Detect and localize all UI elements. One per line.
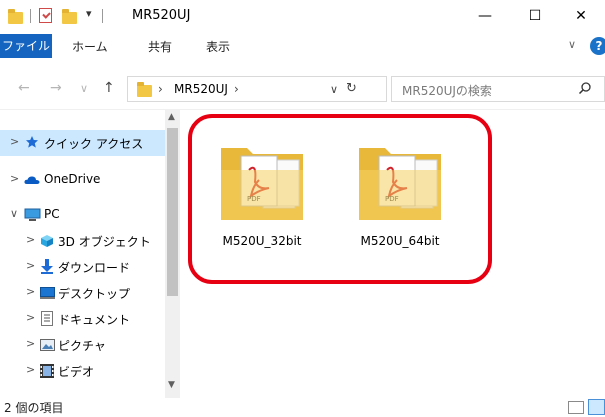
nav-item-pc[interactable]: ∨ PC [0, 202, 165, 228]
nav-item-documents[interactable]: > ドキュメント [0, 306, 165, 332]
file-list-area: PDF M520U_32bit PDF M520U_64bit [180, 110, 605, 398]
window-title: MR520UJ [132, 8, 191, 23]
chevron-down-icon[interactable]: ∨ [10, 207, 18, 220]
nav-item-desktop[interactable]: > デスクトップ [0, 280, 165, 306]
nav-label: ピクチャ [58, 339, 106, 353]
nav-label: 3D オブジェクト [58, 235, 151, 249]
nav-label: デスクトップ [58, 287, 131, 301]
chevron-right-icon[interactable]: > [26, 233, 35, 246]
nav-label: ダウンロード [58, 261, 131, 275]
quick-access-dropdown[interactable]: ▾ [86, 7, 92, 20]
chevron-right-icon[interactable]: > [10, 172, 19, 185]
film-icon [40, 364, 54, 378]
nav-item-onedrive[interactable]: > OneDrive [0, 167, 165, 193]
nav-item-downloads[interactable]: > ダウンロード [0, 254, 165, 280]
chevron-right-icon[interactable]: > [26, 259, 35, 272]
up-button[interactable]: ↑ [103, 80, 115, 96]
tab-view[interactable]: 表示 [206, 37, 230, 57]
breadcrumb-separator[interactable]: › [158, 82, 163, 96]
title-separator [102, 9, 103, 23]
minimize-button[interactable]: — [461, 0, 509, 34]
download-arrow-icon [41, 259, 53, 274]
scroll-down-arrow-icon[interactable]: ▼ [168, 380, 175, 390]
highlight-annotation [188, 114, 492, 284]
new-folder-icon[interactable] [62, 9, 77, 24]
tab-file[interactable]: ファイル [0, 34, 52, 58]
folder-icon [8, 9, 23, 24]
scrollbar-thumb[interactable] [167, 128, 178, 296]
details-view-icon[interactable] [568, 401, 584, 414]
tab-home[interactable]: ホーム [72, 37, 108, 57]
ribbon-tabs: ファイル ホーム 共有 表示 ∨ ? [0, 34, 605, 58]
close-button[interactable]: ✕ [557, 0, 605, 34]
nav-label: OneDrive [44, 172, 101, 186]
help-icon[interactable]: ? [590, 37, 605, 55]
navigation-scrollbar[interactable]: ▲ ▼ [165, 110, 180, 398]
folder-icon [137, 82, 152, 97]
recent-locations-button[interactable]: ∨ [80, 82, 88, 95]
status-bar: 2 個の項目 [0, 398, 605, 417]
nav-item-videos[interactable]: > ビデオ [0, 358, 165, 384]
document-icon [41, 311, 53, 326]
ribbon-expand-icon[interactable]: ∨ [568, 38, 576, 51]
maximize-button[interactable]: ☐ [511, 0, 559, 34]
properties-check-icon[interactable] [39, 8, 52, 23]
address-row: ← → ∨ ↑ › MR520UJ › ∨ ↻ MR520UJの検索 [0, 58, 605, 110]
cloud-icon [24, 176, 40, 184]
nav-label: ドキュメント [58, 313, 131, 327]
item-count: 2 個の項目 [4, 401, 64, 415]
breadcrumb-separator[interactable]: › [234, 82, 239, 96]
back-button[interactable]: ← [18, 80, 30, 96]
search-placeholder: MR520UJの検索 [402, 84, 492, 98]
nav-item-3d-objects[interactable]: > 3D オブジェクト [0, 228, 165, 254]
large-icons-view-icon[interactable] [588, 399, 605, 415]
search-input[interactable]: MR520UJの検索 [391, 76, 605, 102]
chevron-right-icon[interactable]: > [26, 311, 35, 324]
toolbar-separator [30, 9, 31, 23]
monitor-icon [24, 208, 41, 221]
address-dropdown[interactable]: ∨ [330, 83, 338, 96]
search-icon[interactable] [578, 81, 592, 95]
cube-icon [41, 235, 53, 247]
nav-item-quick-access[interactable]: > クイック アクセス [0, 130, 165, 156]
nav-label: PC [44, 207, 60, 221]
nav-label: ビデオ [58, 365, 95, 379]
tab-share[interactable]: 共有 [148, 37, 172, 57]
refresh-button[interactable]: ↻ [346, 81, 357, 96]
desktop-icon [40, 287, 55, 299]
chevron-right-icon[interactable]: > [10, 135, 19, 148]
chevron-right-icon[interactable]: > [26, 285, 35, 298]
chevron-right-icon[interactable]: > [26, 363, 35, 376]
forward-button[interactable]: → [50, 80, 62, 96]
star-icon [26, 136, 38, 148]
nav-label: クイック アクセス [44, 137, 144, 151]
breadcrumb-current[interactable]: MR520UJ [174, 82, 228, 96]
title-bar: ▾ MR520UJ — ☐ ✕ [0, 0, 605, 34]
navigation-pane: > クイック アクセス > OneDrive ∨ PC > 3D オブジェクト … [0, 110, 180, 398]
nav-item-pictures[interactable]: > ピクチャ [0, 332, 165, 358]
picture-icon [40, 339, 55, 351]
chevron-right-icon[interactable]: > [26, 337, 35, 350]
scroll-up-arrow-icon[interactable]: ▲ [168, 112, 175, 122]
